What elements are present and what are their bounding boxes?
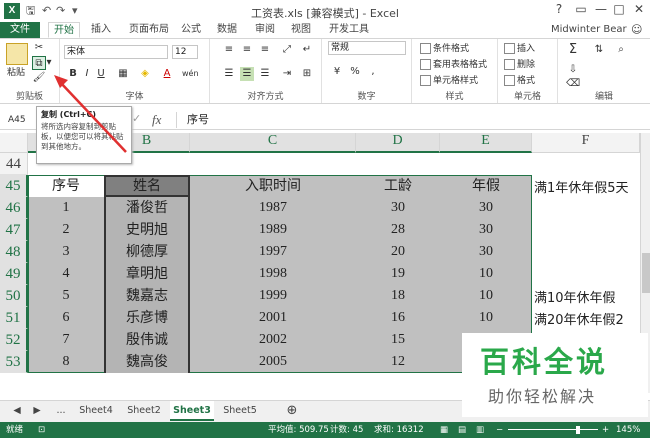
annotation-arrow-icon bbox=[54, 75, 127, 153]
